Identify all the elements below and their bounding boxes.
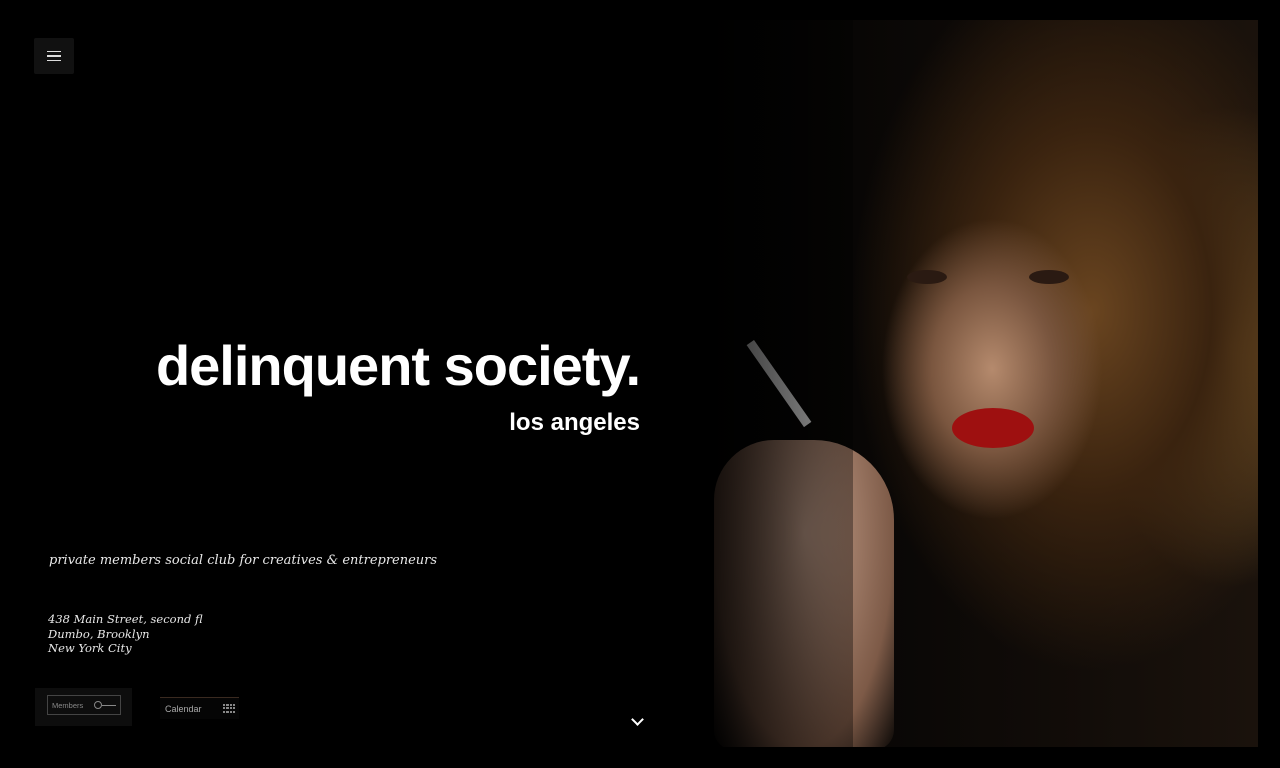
image-shade-overlay (704, 20, 853, 747)
calendar-button[interactable]: Calendar (160, 697, 239, 719)
address-block: 438 Main Street, second fl Dumbo, Brookl… (48, 612, 203, 656)
members-button[interactable]: Members (35, 688, 132, 726)
hamburger-icon (47, 48, 61, 65)
left-eye-shape (907, 270, 947, 284)
right-eye-shape (1029, 270, 1069, 284)
brand-city: los angeles (509, 409, 640, 436)
members-button-frame: Members (47, 695, 121, 715)
menu-button[interactable] (34, 38, 74, 74)
address-line-2: Dumbo, Brooklyn (48, 626, 150, 641)
calendar-label: Calendar (165, 703, 202, 714)
scroll-down-button[interactable] (624, 708, 650, 734)
tagline: private members social club for creative… (49, 553, 438, 568)
address-line-1: 438 Main Street, second fl (48, 612, 203, 626)
members-label: Members (52, 700, 84, 710)
grid-icon (223, 703, 235, 714)
address-line-3: New York City (48, 641, 132, 655)
brand-title: delinquent society. (155, 334, 641, 397)
hero-portrait-image (704, 20, 1258, 747)
key-icon (94, 701, 116, 709)
chevron-down-icon (630, 712, 644, 726)
lips-shape (952, 408, 1034, 448)
